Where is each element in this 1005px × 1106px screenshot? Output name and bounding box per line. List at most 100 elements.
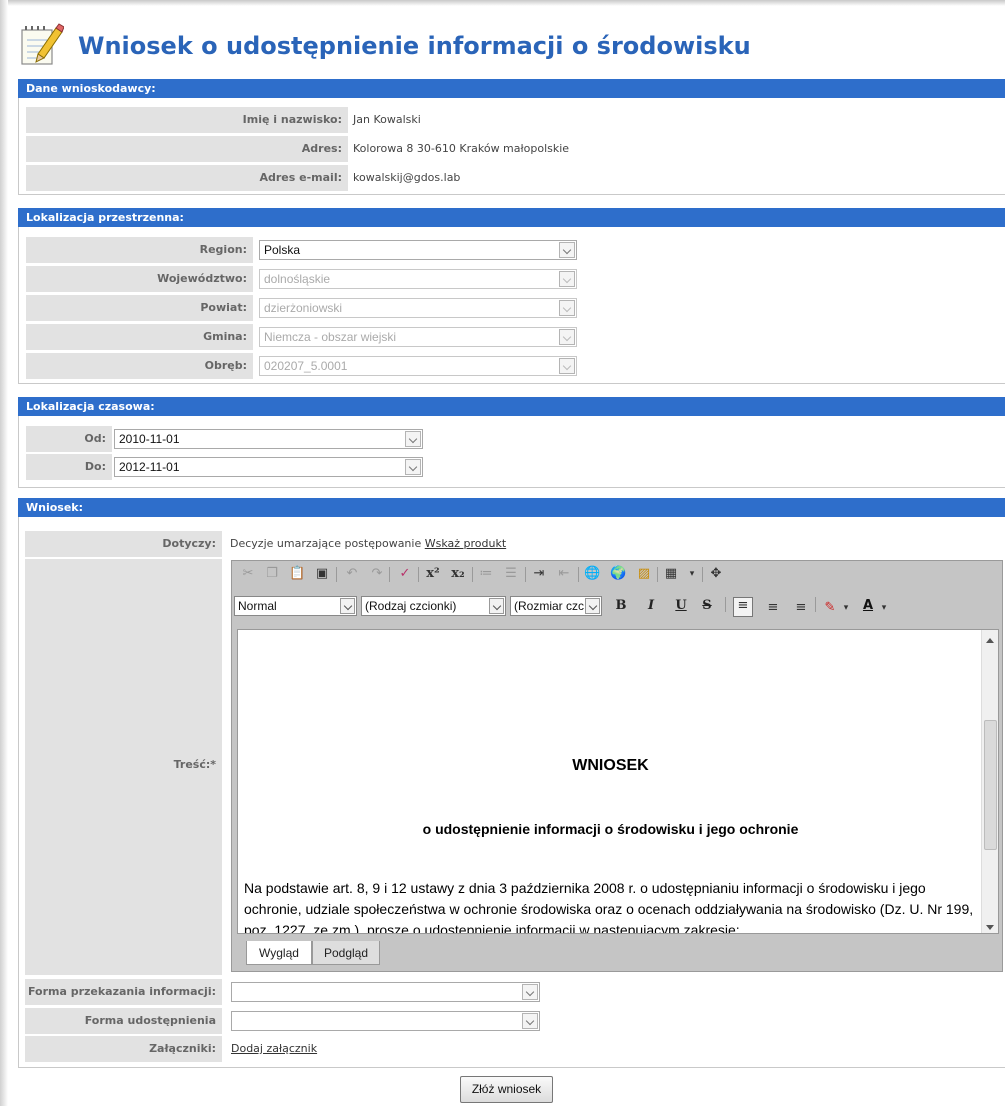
editor-content-area[interactable]: WNIOSEK o udostępnienie informacji o śro…	[237, 629, 999, 934]
align-left-icon[interactable]: ≡	[733, 597, 753, 617]
date-to-select[interactable]: 2012-11-01	[114, 457, 423, 477]
location-section: Region: Polska Województwo: dolnośląskie…	[18, 227, 1005, 384]
chevron-down-icon	[559, 358, 575, 374]
chevron-down-icon	[489, 598, 504, 614]
toolbar-separator	[815, 597, 816, 612]
region-select[interactable]: Polska	[259, 240, 577, 260]
location-row-county: Powiat: dzierżoniowski	[26, 295, 996, 321]
maximize-icon[interactable]: ✥	[708, 566, 724, 582]
toolbar-separator	[336, 567, 337, 582]
applicant-email-value: kowalskij@gdos.lab	[348, 165, 996, 191]
editor-toolbar-row-1: ✂ ❐ 📋 ▣ ↶ ↷ ✓ x² x₂ ≔ ☰ ⇥ ⇤ 🌐 🌍 ▨ ▦ ▾ ✥	[232, 561, 812, 587]
align-right-icon[interactable]: ≡	[793, 600, 809, 616]
time-row-from: Od: 2010-11-01	[26, 426, 996, 452]
chevron-down-icon	[559, 271, 575, 287]
scroll-down-icon[interactable]	[986, 925, 994, 930]
field-label: Do:	[26, 454, 112, 480]
insert-link-icon[interactable]: 🌐	[584, 566, 600, 582]
field-label: Powiat:	[26, 295, 253, 321]
scrollbar-thumb[interactable]	[984, 720, 997, 850]
time-section: Od: 2010-11-01 Do: 2012-11-01	[18, 416, 1005, 488]
chevron-down-icon	[340, 598, 355, 614]
concerns-label: Dotyczy:	[25, 531, 222, 557]
share-form-select[interactable]	[231, 1011, 540, 1031]
field-label: Region:	[26, 237, 253, 263]
chevron-down-icon[interactable]: ▾	[684, 566, 700, 582]
toolbar-separator	[472, 567, 473, 582]
size-select[interactable]: (Rozmiar czc	[510, 596, 602, 616]
precinct-select[interactable]: 020207_5.0001	[259, 356, 577, 376]
rich-text-editor[interactable]: ✂ ❐ 📋 ▣ ↶ ↷ ✓ x² x₂ ≔ ☰ ⇥ ⇤ 🌐 🌍 ▨ ▦ ▾ ✥ …	[231, 560, 1003, 972]
scroll-up-icon[interactable]	[986, 638, 994, 643]
italic-button[interactable]: I	[642, 596, 660, 616]
outdent-icon[interactable]: ⇤	[556, 566, 572, 582]
numbered-list-icon[interactable]: ≔	[478, 566, 494, 582]
field-label: Województwo:	[26, 266, 253, 292]
location-row-voivodeship: Województwo: dolnośląskie	[26, 266, 996, 292]
tab-design[interactable]: Wygląd	[246, 941, 312, 965]
field-label: Adres:	[26, 136, 348, 162]
undo-icon[interactable]: ↶	[344, 566, 360, 582]
indent-icon[interactable]: ⇥	[531, 566, 547, 582]
location-section-header: Lokalizacja przestrzenna:	[18, 208, 1005, 227]
subscript-icon[interactable]: x₂	[450, 566, 466, 582]
strikethrough-button[interactable]: S	[698, 596, 716, 616]
date-from-select[interactable]: 2010-11-01	[114, 429, 423, 449]
applicant-row-address: Adres: Kolorowa 8 30-610 Kraków małopols…	[26, 136, 996, 162]
remove-link-icon[interactable]: 🌍	[610, 566, 626, 582]
submit-button[interactable]: Złóż wniosek	[460, 1076, 553, 1103]
window-shadow-left	[0, 0, 8, 1106]
voivodeship-select-value: dolnośląskie	[264, 272, 331, 286]
field-label: Od:	[26, 426, 112, 452]
paste-word-icon[interactable]: ▣	[314, 566, 330, 582]
toolbar-separator	[702, 567, 703, 582]
redo-icon[interactable]: ↷	[369, 566, 385, 582]
bold-button[interactable]: B	[612, 596, 630, 616]
chevron-down-icon	[522, 1013, 538, 1029]
chevron-down-icon[interactable]: ▾	[838, 600, 854, 616]
insert-table-icon[interactable]: ▦	[663, 566, 679, 582]
chevron-down-icon	[405, 459, 421, 475]
applicant-section-header: Dane wnioskodawcy:	[18, 79, 1005, 98]
applicant-name-value: Jan Kowalski	[348, 107, 996, 133]
county-select[interactable]: dzierżoniowski	[259, 298, 577, 318]
chevron-down-icon	[559, 300, 575, 316]
toolbar-separator	[578, 567, 579, 582]
chevron-down-icon[interactable]: ▾	[876, 600, 892, 616]
transfer-form-select[interactable]	[231, 982, 540, 1002]
document-subheading: o udostępnienie informacji o środowisku …	[422, 821, 799, 837]
precinct-select-value: 020207_5.0001	[264, 359, 348, 373]
highlight-color-icon[interactable]: ✎	[822, 600, 838, 616]
tab-preview[interactable]: Podgląd	[312, 941, 380, 965]
content-label: Treść:*	[25, 758, 222, 771]
bulleted-list-icon[interactable]: ☰	[503, 566, 519, 582]
add-attachment-link[interactable]: Dodaj załącznik	[231, 1042, 317, 1055]
superscript-icon[interactable]: x²	[425, 566, 441, 582]
cut-icon[interactable]: ✂	[240, 566, 256, 582]
voivodeship-select[interactable]: dolnośląskie	[259, 269, 577, 289]
align-center-icon[interactable]: ≡	[765, 600, 781, 616]
region-select-value: Polska	[264, 243, 301, 257]
commune-select-value: Niemcza - obszar wiejski	[264, 330, 397, 344]
editor-scrollbar[interactable]	[981, 630, 998, 933]
select-product-link[interactable]: Wskaż produkt	[425, 537, 506, 550]
field-label: Gmina:	[26, 324, 253, 350]
document-paragraph: Na podstawie art. 8, 9 i 12 ustawy z dni…	[244, 880, 974, 934]
chevron-down-icon	[405, 431, 421, 447]
date-to-value: 2012-11-01	[119, 460, 180, 474]
format-select[interactable]: Normal	[234, 596, 357, 616]
font-color-icon[interactable]: A	[860, 598, 876, 614]
paste-icon[interactable]: 📋	[289, 566, 305, 582]
location-row-precinct: Obręb: 020207_5.0001	[26, 353, 996, 379]
applicant-row-name: Imię i nazwisko: Jan Kowalski	[26, 107, 996, 133]
spellcheck-icon[interactable]: ✓	[397, 566, 413, 582]
field-label: Imię i nazwisko:	[26, 107, 348, 133]
location-row-commune: Gmina: Niemcza - obszar wiejski	[26, 324, 996, 350]
toolbar-separator	[389, 567, 390, 582]
insert-image-icon[interactable]: ▨	[636, 566, 652, 582]
copy-icon[interactable]: ❐	[264, 566, 280, 582]
field-label: Obręb:	[26, 353, 253, 379]
underline-button[interactable]: U	[672, 596, 690, 616]
commune-select[interactable]: Niemcza - obszar wiejski	[259, 327, 577, 347]
font-select[interactable]: (Rodzaj czcionki)	[361, 596, 506, 616]
